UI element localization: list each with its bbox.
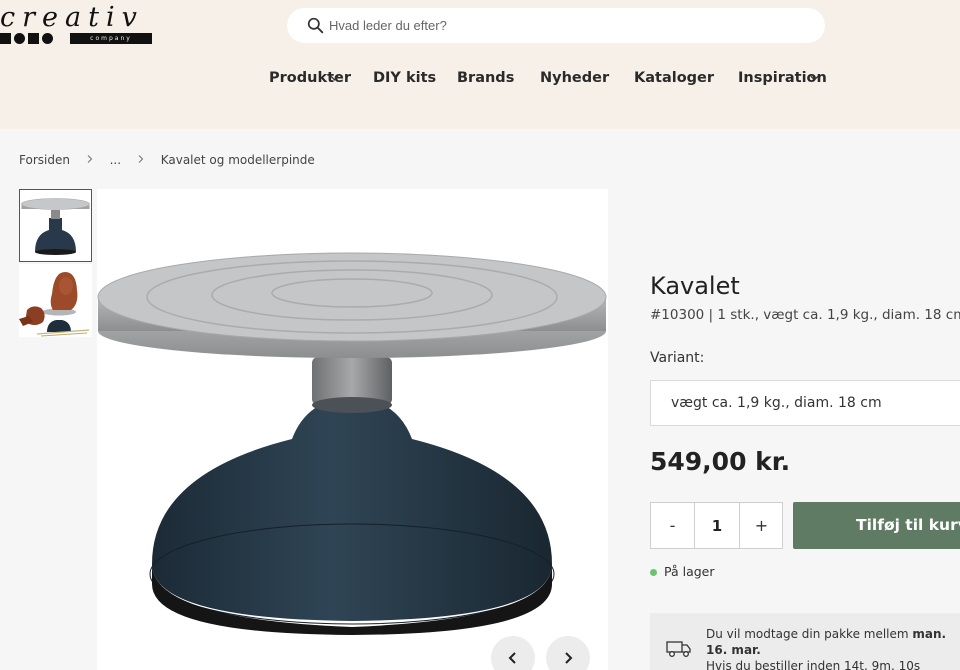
delivery-cutoff: Hvis du bestiller inden 14t. 9m. 10s [706, 659, 921, 670]
truck-icon [666, 641, 691, 657]
delivery-text: Du vil modtage din pakke mellem man. 16.… [706, 626, 960, 670]
nav-item-nyheder[interactable]: Nyheder [540, 70, 609, 86]
delivery-info-box: Du vil modtage din pakke mellem man. 16.… [650, 613, 960, 670]
nav-item-produkter[interactable]: Produkter [269, 70, 351, 86]
nav-item-kataloger[interactable]: Kataloger [634, 70, 714, 86]
breadcrumb-link-home[interactable]: Forsiden [19, 153, 70, 167]
stock-status: På lager [650, 564, 715, 579]
quantity-increase-button[interactable]: + [739, 503, 783, 548]
quantity-stepper: - + [650, 502, 783, 549]
breadcrumb-ellipsis[interactable]: ... [110, 153, 121, 167]
nav-item-label: Nyheder [540, 70, 610, 86]
quantity-decrease-button[interactable]: - [651, 503, 695, 548]
add-to-cart-button[interactable]: Tilføj til kurv [793, 502, 960, 549]
delivery-prefix: Du vil modtage din pakke mellem [706, 627, 913, 641]
chevron-down-icon [330, 75, 339, 81]
logo-wordmark: creativ [0, 2, 144, 33]
variant-select[interactable]: vægt ca. 1,9 kg., diam. 18 cm [650, 380, 960, 426]
stock-label: På lager [664, 564, 715, 579]
product-meta: #10300 | 1 stk., vægt ca. 1,9 kg., diam.… [650, 307, 960, 323]
kavalet-with-clay-bust-image [19, 264, 92, 337]
product-price: 549,00 kr. [650, 447, 791, 476]
chevron-down-icon [810, 75, 819, 81]
logo-icons [0, 33, 68, 44]
nav-item-brands[interactable]: Brands [457, 70, 514, 86]
variant-selected-value: vægt ca. 1,9 kg., diam. 18 cm [671, 395, 882, 411]
product-main-image[interactable] [97, 189, 608, 670]
nav-item-label: Brands [457, 70, 515, 86]
chevron-left-icon [508, 652, 516, 664]
thumbnail-2[interactable] [19, 264, 92, 337]
logo-subtitle: company [70, 33, 152, 44]
nav-item-inspiration[interactable]: Inspiration [738, 70, 827, 86]
site-header: creativ company Produkter DIY kits Brand… [0, 0, 960, 129]
search-icon[interactable] [307, 17, 324, 34]
breadcrumb-current[interactable]: Kavalet og modellerpinde [161, 153, 315, 167]
nav-item-diy-kits[interactable]: DIY kits [373, 70, 436, 86]
product-title: Kavalet [650, 272, 740, 300]
nav-item-label: Kataloger [634, 70, 715, 86]
in-stock-dot-icon [650, 569, 657, 576]
breadcrumb: Forsiden ... Kavalet og modellerpinde [19, 152, 315, 168]
variant-label: Variant: [650, 350, 705, 366]
search-input[interactable] [329, 8, 809, 43]
thumbnail-1[interactable] [19, 189, 92, 262]
chevron-right-icon [87, 155, 93, 163]
nav-item-label: DIY kits [373, 70, 437, 86]
chevron-right-icon [138, 155, 144, 163]
creativ-company-logo[interactable]: creativ company [0, 4, 156, 46]
search-bar[interactable] [287, 8, 825, 43]
kavalet-product-image [97, 189, 608, 670]
main-nav: Produkter DIY kits Brands Nyheder Katalo… [0, 70, 960, 90]
kavalet-thumbnail-image [20, 190, 91, 261]
chevron-right-icon [565, 652, 573, 664]
quantity-input[interactable] [695, 503, 739, 548]
